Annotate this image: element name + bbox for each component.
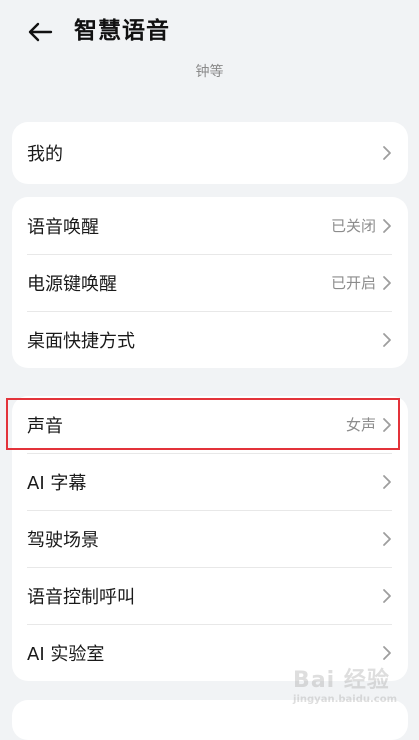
settings-item-label: 桌面快捷方式 [27,330,135,352]
settings-item-desktop-shortcut[interactable]: 桌面快捷方式 [12,311,408,368]
chevron-right-icon [382,474,392,490]
watermark: Bai 经验 jingyan.baidu.com [293,662,397,705]
page-title: 智慧语音 [74,18,170,44]
back-button[interactable] [24,16,56,48]
settings-group-voice: 声音 女声 AI 字幕 驾驶场景 语音控制呼叫 AI 实验室 [12,396,408,681]
settings-item-ai-subtitles[interactable]: AI 字幕 [12,453,408,510]
settings-item-value: 女声 [345,416,376,434]
chevron-right-icon [382,417,392,433]
chevron-right-icon [382,145,392,161]
settings-item-value: 已关闭 [330,217,376,235]
settings-group-next [12,700,408,740]
settings-group-wakeup: 语音唤醒 已关闭 电源键唤醒 已开启 桌面快捷方式 [12,197,408,368]
settings-item-label: 电源键唤醒 [27,273,117,295]
settings-item-label: 语音唤醒 [27,216,99,238]
page-subtitle: 钟等 [195,64,224,80]
arrow-left-icon [28,22,53,42]
watermark-text: Bai 经验 [293,668,390,693]
settings-item-mine[interactable]: 我的 [12,122,408,184]
top-bar: 智慧语音 [0,0,419,62]
settings-item-driving-scene[interactable]: 驾驶场景 [12,510,408,567]
settings-item-label: 驾驶场景 [27,529,99,551]
chevron-right-icon [382,275,392,291]
chevron-right-icon [382,645,392,661]
watermark-subtext: jingyan.baidu.com [293,694,397,705]
chevron-right-icon [382,588,392,604]
chevron-right-icon [382,332,392,348]
settings-item-voice-wakeup[interactable]: 语音唤醒 已关闭 [12,197,408,254]
settings-item-value: 已开启 [330,274,376,292]
chevron-right-icon [382,218,392,234]
settings-item-label: 声音 [27,415,63,437]
settings-item-label: 语音控制呼叫 [27,586,135,608]
settings-item-sound[interactable]: 声音 女声 [12,396,408,453]
settings-group-mine: 我的 [12,122,408,184]
settings-item-label: AI 字幕 [27,472,87,494]
settings-item-voice-call-control[interactable]: 语音控制呼叫 [12,567,408,624]
settings-item-power-key-wakeup[interactable]: 电源键唤醒 已开启 [12,254,408,311]
settings-item-label: 我的 [27,144,63,165]
chevron-right-icon [382,531,392,547]
